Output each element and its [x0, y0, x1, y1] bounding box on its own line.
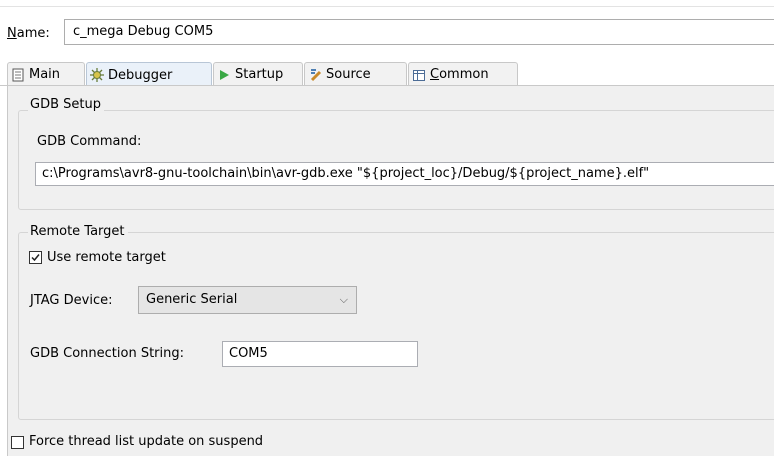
main-page-icon — [11, 68, 25, 82]
force-thread-update-label: Force thread list update on suspend — [29, 434, 264, 449]
use-remote-target-checkbox[interactable] — [29, 251, 42, 264]
gdb-command-input[interactable]: c:\Programs\avr8-gnu-toolchain\bin\avr-g… — [35, 162, 774, 186]
jtag-device-value: Generic Serial — [146, 292, 238, 307]
jtag-device-label: JTAG Device: — [30, 293, 113, 308]
gdb-setup-group — [18, 110, 774, 210]
gdb-setup-title: GDB Setup — [28, 97, 104, 113]
debugger-tab-panel: GDB Setup GDB Command: c:\Programs\avr8-… — [7, 86, 774, 456]
tab-debugger-label: Debugger — [108, 67, 173, 83]
tab-common-label: Common — [430, 67, 489, 82]
name-label: Name: — [7, 26, 50, 41]
tab-startup-label: Startup — [235, 67, 284, 82]
use-remote-target-label: Use remote target — [47, 250, 166, 265]
force-thread-update-checkbox[interactable] — [11, 436, 24, 449]
startup-arrow-icon — [217, 68, 231, 82]
tab-startup[interactable]: Startup — [213, 62, 303, 86]
gdb-connection-string-input[interactable]: COM5 — [222, 341, 418, 367]
debugger-bug-icon — [90, 68, 104, 82]
tab-source[interactable]: Source — [304, 62, 407, 86]
tab-bar: Main Debugger Startup Source Common — [7, 62, 774, 87]
tab-main[interactable]: Main — [7, 62, 85, 86]
source-lookup-icon — [308, 68, 322, 82]
configuration-name-input[interactable]: c_mega Debug COM5 — [64, 19, 774, 45]
tab-common[interactable]: Common — [408, 62, 518, 86]
gdb-connection-string-label: GDB Connection String: — [30, 346, 185, 361]
remote-target-title: Remote Target — [28, 224, 128, 240]
gdb-command-label: GDB Command: — [37, 134, 142, 149]
jtag-device-select[interactable]: Generic Serial ⌵ — [138, 286, 357, 314]
common-table-icon — [412, 68, 426, 82]
chevron-down-icon: ⌵ — [339, 293, 348, 306]
tab-debugger[interactable]: Debugger — [86, 62, 212, 87]
tab-source-label: Source — [326, 67, 371, 82]
tab-main-label: Main — [29, 67, 61, 82]
checkmark-icon — [31, 254, 40, 262]
top-border — [0, 6, 774, 7]
